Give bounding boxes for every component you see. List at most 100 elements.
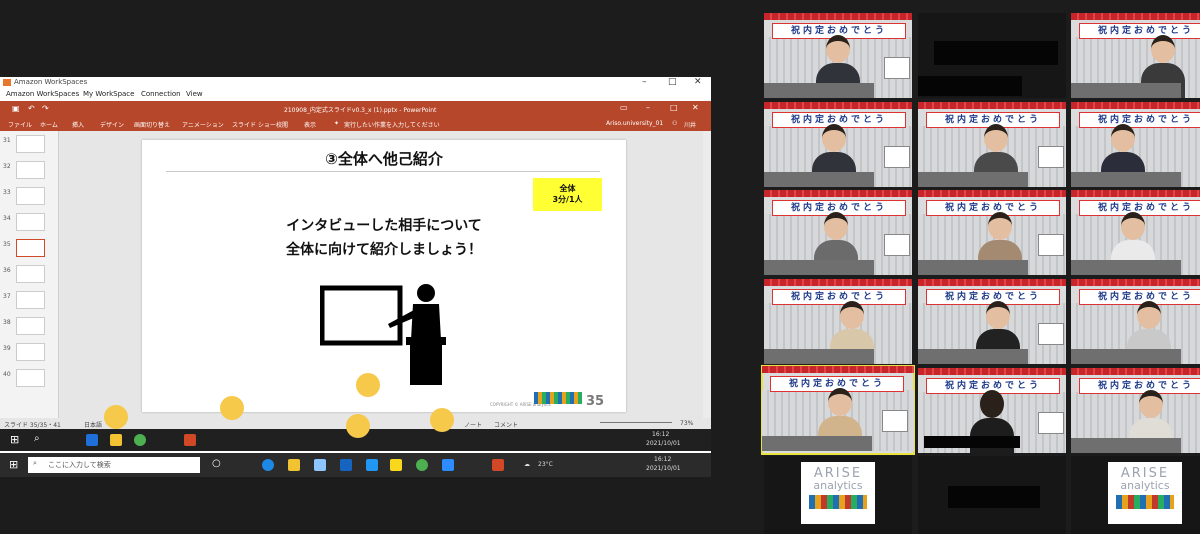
- name-label: [1071, 83, 1181, 98]
- mail-icon[interactable]: [340, 459, 352, 471]
- participant-video[interactable]: 祝内定おめでとう: [1071, 190, 1200, 275]
- slide-thumbnail[interactable]: [16, 343, 45, 361]
- tab-home[interactable]: ホーム: [40, 120, 58, 129]
- undo-icon[interactable]: ↶: [28, 104, 35, 113]
- edge-icon[interactable]: [262, 459, 274, 471]
- thumb-number: 38: [3, 319, 11, 326]
- status-notes[interactable]: ノート: [464, 420, 482, 429]
- name-label: [918, 260, 1028, 275]
- tab-design[interactable]: デザイン: [100, 120, 124, 129]
- participant-video[interactable]: 祝内定おめでとう: [764, 190, 912, 275]
- status-language[interactable]: 日本語: [84, 420, 102, 429]
- weather-icon[interactable]: ☁: [524, 461, 530, 468]
- ribbon-display-icon[interactable]: ▭: [620, 103, 628, 112]
- thumb-number: 35: [3, 241, 11, 248]
- tab-view[interactable]: 表示: [304, 120, 316, 129]
- tab-slideshow[interactable]: スライド ショー: [232, 120, 276, 129]
- clock-time: 16:12: [652, 431, 670, 438]
- slide-thumbnail-selected[interactable]: [16, 239, 45, 257]
- participant-video[interactable]: 祝内定おめでとう: [918, 102, 1066, 187]
- thumb-number: 34: [3, 215, 11, 222]
- tab-review[interactable]: 校閲: [276, 120, 288, 129]
- slide-thumbnail[interactable]: [16, 265, 45, 283]
- arise-logo-small: [534, 392, 582, 404]
- slide-title: ③全体へ他己紹介: [325, 150, 443, 168]
- participant-video[interactable]: 祝内定おめでとう: [764, 13, 912, 98]
- participant-video-off[interactable]: ARISE analytics: [764, 456, 912, 534]
- store-icon[interactable]: [314, 459, 326, 471]
- status-comments[interactable]: コメント: [494, 420, 518, 429]
- cortana-icon[interactable]: ○: [212, 458, 221, 469]
- ribbon-tabs: ファイル ホーム 挿入 デザイン 画面切り替え アニメーション スライド ショー…: [0, 117, 711, 131]
- participant-video[interactable]: 祝内定おめでとう: [1071, 279, 1200, 364]
- menu-my-workspace[interactable]: My WorkSpace: [83, 90, 134, 98]
- search-placeholder: ここに入力して検索: [48, 461, 111, 469]
- powerpoint-icon[interactable]: [492, 459, 504, 471]
- tab-file[interactable]: ファイル: [8, 120, 32, 129]
- redo-icon[interactable]: ↷: [42, 104, 49, 113]
- slide-thumbnail[interactable]: [16, 161, 45, 179]
- participant-video[interactable]: 祝内定おめでとう: [1071, 102, 1200, 187]
- share-icon[interactable]: ⚇: [672, 120, 677, 127]
- windows-start-icon[interactable]: ⊞: [9, 458, 18, 471]
- chrome-icon[interactable]: [134, 434, 146, 446]
- thumb-number: 37: [3, 293, 11, 300]
- menu-connection[interactable]: Connection: [141, 90, 181, 98]
- participant-video-off[interactable]: ARISE analytics: [1071, 456, 1200, 534]
- account-name[interactable]: Ariso.university_01: [606, 120, 663, 127]
- participant-video[interactable]: 祝内定おめでとう: [764, 279, 912, 364]
- ppt-maximize-icon[interactable]: □: [670, 103, 678, 112]
- ppt-minimize-icon[interactable]: –: [646, 103, 650, 112]
- zoom-level[interactable]: 73%: [680, 420, 693, 427]
- tab-transitions[interactable]: 画面切り替え: [134, 120, 170, 129]
- file-explorer-icon[interactable]: [288, 459, 300, 471]
- slide-thumbnail[interactable]: [16, 369, 45, 387]
- participant-video[interactable]: 祝内定おめでとう: [918, 190, 1066, 275]
- participant-video-active-speaker[interactable]: 祝内定おめでとう: [761, 365, 915, 455]
- windows-start-icon[interactable]: ⊞: [10, 433, 19, 446]
- chrome-icon[interactable]: [416, 459, 428, 471]
- participant-video[interactable]: 祝内定おめでとう: [918, 368, 1066, 453]
- participant-video-off[interactable]: [918, 456, 1066, 534]
- laugh-reaction-icon: [430, 408, 454, 432]
- folder-icon[interactable]: [110, 434, 122, 446]
- weather-temp[interactable]: 23°C: [538, 461, 553, 468]
- slide-canvas[interactable]: ③全体へ他己紹介 全体 3分/1人 インタビューした相手について 全体に向けて紹…: [142, 140, 626, 412]
- vertical-scrollbar[interactable]: [703, 131, 711, 418]
- powerpoint-icon[interactable]: [184, 434, 196, 446]
- body-line2: 全体に向けて紹介しましょう！: [286, 242, 482, 258]
- slide-thumbnail[interactable]: [16, 291, 45, 309]
- slide-thumbnail[interactable]: [16, 187, 45, 205]
- slide-thumbnail-pane[interactable]: 31 32 33 34 35 36 37 38 39 40: [0, 131, 59, 418]
- title-divider: [166, 171, 600, 172]
- maximize-icon[interactable]: □: [668, 77, 677, 87]
- participant-video[interactable]: 祝内定おめでとう: [764, 102, 912, 187]
- workspaces-app-icon[interactable]: [366, 459, 378, 471]
- close-icon[interactable]: ✕: [694, 77, 702, 87]
- minimize-icon[interactable]: –: [642, 77, 647, 87]
- tell-me-search[interactable]: 実行したい作業を入力してください: [344, 120, 440, 129]
- slide-body: インタビューした相手について 全体に向けて紹介しましょう！: [142, 214, 626, 262]
- time-badge: 全体 3分/1人: [533, 178, 602, 211]
- outlook-icon[interactable]: [86, 434, 98, 446]
- ppt-close-icon[interactable]: ✕: [692, 103, 699, 112]
- slide-thumbnail[interactable]: [16, 317, 45, 335]
- arise-analytics-logo: ARISE analytics: [801, 462, 875, 524]
- taskbar-search-box[interactable]: ⌕ ここに入力して検索: [28, 457, 200, 473]
- search-icon[interactable]: ⌕: [34, 433, 40, 444]
- zoom-app-icon[interactable]: [442, 459, 454, 471]
- name-label: [764, 83, 874, 98]
- participant-video[interactable]: 祝内定おめでとう: [1071, 368, 1200, 453]
- sticky-notes-icon[interactable]: [390, 459, 402, 471]
- slide-thumbnail[interactable]: [16, 135, 45, 153]
- menu-view[interactable]: View: [186, 90, 203, 98]
- slide-thumbnail[interactable]: [16, 213, 45, 231]
- name-label: [1071, 260, 1181, 275]
- save-icon[interactable]: ▣: [12, 104, 20, 113]
- participant-video[interactable]: 祝内定おめでとう: [1071, 13, 1200, 98]
- menu-amazon-workspaces[interactable]: Amazon WorkSpaces: [6, 90, 79, 98]
- tab-animations[interactable]: アニメーション: [182, 120, 224, 129]
- zoom-slider[interactable]: [600, 422, 672, 423]
- tab-insert[interactable]: 挿入: [72, 120, 84, 129]
- participant-video[interactable]: 祝内定おめでとう: [918, 279, 1066, 364]
